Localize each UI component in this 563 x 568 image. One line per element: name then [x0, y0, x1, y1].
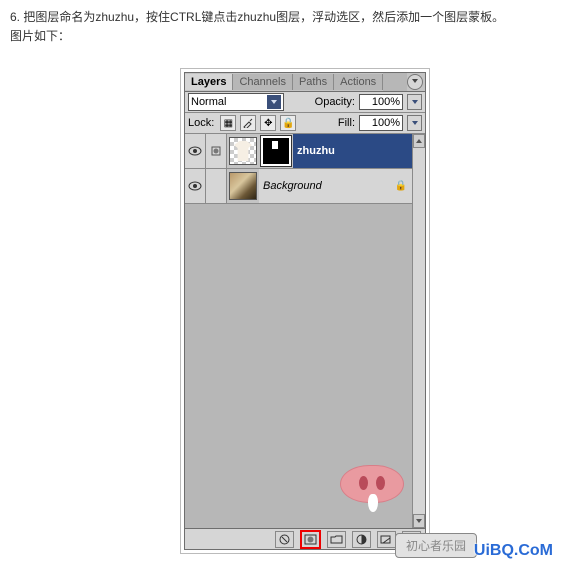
lock-pixels-button[interactable]	[240, 115, 256, 131]
scroll-down-button[interactable]	[413, 514, 425, 528]
opacity-flyout-button[interactable]	[407, 94, 422, 110]
lock-label: Lock:	[188, 117, 214, 129]
add-layer-mask-button[interactable]	[300, 530, 321, 549]
fill-label: Fill:	[338, 117, 355, 129]
layer-name: zhuzhu	[297, 145, 335, 157]
scroll-up-button[interactable]	[413, 134, 425, 148]
layer-effects-button[interactable]	[275, 531, 294, 548]
opacity-label: Opacity:	[315, 96, 355, 108]
layer-row-background[interactable]: Background 🔒	[185, 169, 413, 204]
eye-icon	[188, 181, 202, 191]
layer-name-area[interactable]: zhuzhu	[293, 134, 413, 168]
tab-channels[interactable]: Channels	[233, 74, 292, 90]
fill-flyout-button[interactable]	[407, 115, 422, 131]
layer-name-area[interactable]: Background 🔒	[259, 169, 413, 203]
layer-name: Background	[263, 180, 322, 192]
blend-mode-select[interactable]: Normal	[188, 93, 284, 111]
lock-fill-row: Lock: ▦ ✥ 🔒 Fill: 100%	[185, 113, 425, 134]
visibility-toggle[interactable]	[185, 134, 206, 168]
lock-position-button[interactable]: ✥	[260, 115, 276, 131]
eye-icon	[188, 146, 202, 156]
panel-menu-button[interactable]	[407, 74, 423, 90]
instruction-caption: 图片如下：	[10, 27, 70, 46]
layer-thumbnail[interactable]	[229, 137, 257, 165]
panel-bottom-bar	[185, 528, 425, 549]
adjustment-layer-button[interactable]	[352, 531, 371, 548]
watermark-text: UiBQ.CoM	[474, 542, 553, 560]
tab-layers[interactable]: Layers	[185, 74, 233, 90]
visibility-toggle[interactable]	[185, 169, 206, 203]
panel-tabs: Layers Channels Paths Actions	[185, 73, 425, 92]
layer-row-zhuzhu[interactable]: zhuzhu	[185, 134, 413, 169]
new-layer-button[interactable]	[377, 531, 396, 548]
lock-icon: 🔒	[395, 181, 407, 192]
layer-mask-thumbnail[interactable]	[261, 136, 291, 166]
layer-thumbnail[interactable]	[229, 172, 257, 200]
footer-source-button[interactable]: 初心者乐园	[395, 533, 477, 558]
fill-input[interactable]: 100%	[359, 115, 403, 131]
tab-paths[interactable]: Paths	[293, 74, 334, 90]
opacity-input[interactable]: 100%	[359, 94, 403, 110]
link-toggle[interactable]	[206, 169, 227, 203]
mask-link-icon	[210, 145, 222, 157]
vertical-scrollbar[interactable]	[412, 134, 425, 528]
lock-all-button[interactable]: 🔒	[280, 115, 296, 131]
new-group-button[interactable]	[327, 531, 346, 548]
tab-actions[interactable]: Actions	[334, 74, 383, 90]
lock-transparency-button[interactable]: ▦	[220, 115, 236, 131]
blend-opacity-row: Normal Opacity: 100%	[185, 92, 425, 113]
instruction-step: 6. 把图层命名为zhuzhu，按住CTRL键点击zhuzhu图层，浮动选区，然…	[10, 8, 504, 27]
pig-nose-decoration	[340, 465, 404, 503]
chevron-down-icon	[267, 95, 281, 109]
link-toggle[interactable]	[206, 134, 227, 168]
blend-mode-value: Normal	[191, 96, 226, 108]
